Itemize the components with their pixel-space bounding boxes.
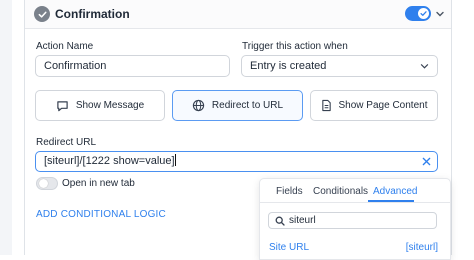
action-name-label: Action Name	[36, 41, 94, 52]
chevron-down-icon	[420, 64, 429, 69]
show-message-label: Show Message	[75, 100, 145, 111]
document-icon	[321, 99, 331, 112]
redirect-url-label: Redirect URL	[36, 137, 97, 148]
redirect-url-input[interactable]: [siteurl]/[1222 show=value]	[35, 151, 438, 172]
tab-advanced[interactable]: Advanced	[373, 186, 417, 197]
trigger-select-value: Entry is created	[250, 60, 327, 72]
app-frame: Confirmation Action Name Confirmation Tr…	[0, 0, 474, 260]
open-new-tab-label: Open in new tab	[62, 178, 135, 189]
smartcode-popover: Fields Conditionals Advanced siteurl Sit…	[259, 178, 451, 260]
globe-icon	[192, 99, 205, 112]
toggle-knob	[39, 179, 48, 188]
active-tab-indicator	[368, 200, 414, 202]
check-circle-icon	[34, 6, 50, 22]
search-icon	[275, 216, 285, 226]
popover-search-value: siteurl	[289, 215, 316, 226]
action-name-input[interactable]: Confirmation	[35, 55, 230, 77]
clear-icon[interactable]	[422, 157, 431, 166]
tab-conditionals[interactable]: Conditionals	[313, 186, 368, 197]
open-new-tab-toggle[interactable]	[36, 177, 58, 190]
chevron-down-icon[interactable]	[435, 9, 445, 19]
redirect-to-url-button[interactable]: Redirect to URL	[172, 90, 303, 121]
show-page-content-label: Show Page Content	[338, 100, 428, 111]
result-site-url-tag[interactable]: [siteurl]	[406, 242, 438, 253]
card-header[interactable]: Confirmation	[25, 0, 451, 29]
show-page-content-button[interactable]: Show Page Content	[310, 90, 438, 121]
show-message-button[interactable]: Show Message	[35, 90, 165, 121]
popover-tabs: Fields Conditionals Advanced	[260, 179, 450, 203]
text-caret	[174, 154, 176, 166]
add-conditional-logic-link[interactable]: ADD CONDITIONAL LOGIC	[36, 209, 166, 220]
redirect-to-url-label: Redirect to URL	[211, 100, 284, 111]
result-site-url[interactable]: Site URL	[269, 242, 309, 253]
enable-toggle[interactable]	[405, 6, 431, 21]
message-icon	[57, 100, 68, 111]
trigger-select[interactable]: Entry is created	[241, 55, 438, 77]
card-title: Confirmation	[55, 7, 130, 21]
left-rail	[0, 0, 12, 255]
trigger-label: Trigger this action when	[242, 41, 348, 52]
popover-search-input[interactable]: siteurl	[268, 212, 437, 229]
tab-fields[interactable]: Fields	[276, 186, 303, 197]
toggle-check-icon	[418, 8, 429, 19]
redirect-url-value: [siteurl]/[1222 show=value]	[44, 155, 175, 167]
